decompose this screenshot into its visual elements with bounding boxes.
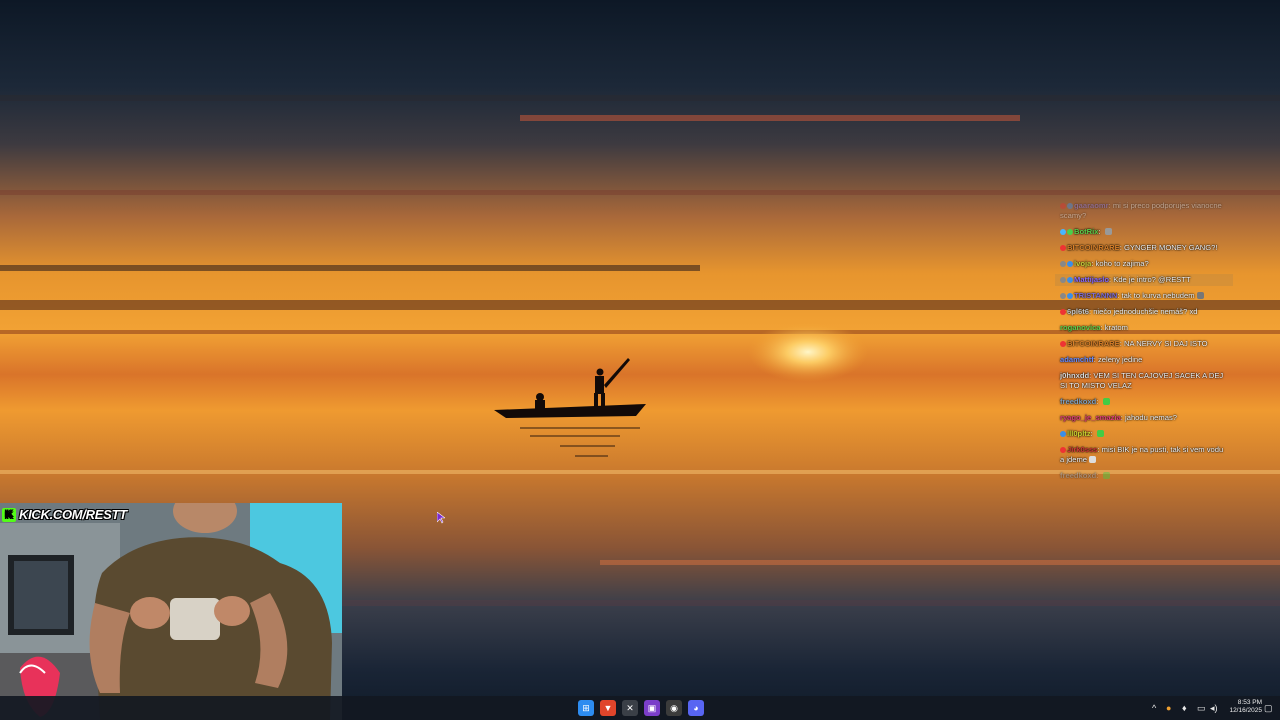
webcam-image [0,503,342,720]
clock-date: 12/16/2025 [1229,707,1262,714]
chat-username: lll0pltz [1067,429,1091,438]
chat-username: roganovica [1060,323,1101,332]
chat-message: j0hnxdd: VEM SI TEN CAJOVEJ SACEK A DEJ … [1055,370,1233,392]
chat-emote-icon [1102,472,1110,479]
chat-badge-icon [1060,276,1066,283]
chat-separator: : [1096,471,1101,480]
chat-message: lvoja: koho to zajima? [1055,258,1233,270]
chat-text: GYNGER MONEY GANG?! [1123,243,1218,252]
chat-text: jahodu nemas? [1125,413,1177,422]
chat-badge-icon [1060,228,1066,235]
chat-badge-icon [1067,202,1073,209]
chat-username: BITCOINRARE [1067,243,1120,252]
kick-logo-icon: K [2,507,16,522]
tray-chevron-icon[interactable]: ^ [1152,703,1156,713]
chat-username: Mattijaslo [1074,275,1110,284]
chat-text: tak to kurva nebudem [1121,291,1195,300]
chat-username: ryago_je_smazia [1060,413,1121,422]
clock-time: 8:53 PM [1237,699,1262,706]
channel-badge: K KICK.COM/RESTT [2,506,127,523]
chat-badge-icon [1067,276,1073,283]
chat-message: TRISTANNN: tak to kurva nebudem [1055,290,1233,302]
chat-message: roganovica: kratom [1055,322,1233,334]
chat-username: BotRix [1074,227,1099,236]
chat-badge-icon [1060,340,1066,347]
chat-username: freedkoxd [1060,471,1097,480]
chat-emote-icon [1104,228,1112,235]
chat-text: koho to zajima? [1095,259,1149,268]
taskbar-windows-start-icon[interactable]: ⊞ [578,700,594,716]
chat-username: freedkoxd [1060,397,1097,406]
chat-badge-icon [1060,446,1066,453]
taskbar [0,696,1280,720]
chat-badge-icon [1067,228,1073,235]
taskbar-clock[interactable]: 8:53 PM 12/16/2025 [1226,699,1262,715]
taskbar-excel-like-icon[interactable]: ✕ [622,700,638,716]
chat-message: freedkoxd: [1055,396,1233,408]
mouse-cursor-icon [437,512,445,524]
chat-text: zeleny jedine [1098,355,1143,364]
chat-emote-icon [1096,430,1104,437]
chat-message: BITCOINRARE: GYNGER MONEY GANG?! [1055,242,1233,254]
chat-username: adamchtf [1060,355,1094,364]
chat-badge-icon [1067,292,1073,299]
chat-username: TRISTANNN [1074,291,1118,300]
chat-username: gaaraomr [1074,201,1109,210]
chat-message: BITCOINRARE: NA NERVY SI DAJ ISTO [1055,338,1233,350]
chat-badge-icon [1060,430,1066,437]
chat-text: niečo jednoduchšie nemáš? xd [1093,307,1198,316]
chat-badge-icon [1060,308,1066,315]
chat-badge-icon [1060,202,1066,209]
network-icon[interactable]: ▭ [1197,703,1206,714]
microphone-icon[interactable]: ♦ [1182,703,1187,713]
chat-text: kratom [1104,323,1128,332]
chat-emote-icon [1196,292,1204,299]
taskbar-discord-like-icon[interactable]: ◕ [688,700,704,716]
channel-url: KICK.COM/RESTT [19,507,127,522]
chat-badge-icon [1067,260,1073,267]
chat-emote-icon [1089,456,1097,463]
chat-username: 6pl6t6 [1067,307,1089,316]
chat-username: Jirk0sss [1067,445,1098,454]
chat-message: ryago_je_smazia: jahodu nemas? [1055,412,1233,424]
chat-separator: : [1098,227,1103,236]
chat-badge-icon [1060,292,1066,299]
taskbar-obs-like-icon[interactable]: ◉ [666,700,682,716]
chat-message: adamchtf: zeleny jedine [1055,354,1233,366]
chat-message: BotRix: [1055,226,1233,238]
chat-separator: : [1096,397,1101,406]
tray-app-icon[interactable]: ● [1166,703,1171,713]
chat-text: Kde je intro? @RESTT [1113,275,1191,284]
volume-icon[interactable]: ◂) [1210,703,1218,714]
chat-message: Jirk0sss: misi BIK je na pusti, tak si v… [1055,444,1233,466]
chat-text: NA NERVY SI DAJ ISTO [1123,339,1208,348]
chat-separator: : [1090,429,1095,438]
chat-message: Mattijaslo: Kde je intro? @RESTT [1055,274,1233,286]
chat-badge-icon [1060,260,1066,267]
chat-username: BITCOINRARE [1067,339,1120,348]
chat-username: j0hnxdd [1060,371,1090,380]
chat-message: gaaraomr: mi si preco podporujes vianocn… [1055,200,1233,222]
chat-message: lll0pltz: [1055,428,1233,440]
chat-badge-icon [1060,244,1066,251]
webcam-overlay [0,503,342,720]
chat-message: 6pl6t6: niečo jednoduchšie nemáš? xd [1055,306,1233,318]
chat-username: lvoja [1074,259,1092,268]
chat-message: freedkoxd: [1055,470,1233,482]
taskbar-twitch-like-icon[interactable]: ▣ [644,700,660,716]
chat-emote-icon [1102,398,1110,405]
chat-overlay: gaaraomr: mi si preco podporujes vianocn… [1055,200,1233,486]
notification-icon[interactable]: ▢ [1264,703,1273,714]
taskbar-brave-icon[interactable]: ▼ [600,700,616,716]
